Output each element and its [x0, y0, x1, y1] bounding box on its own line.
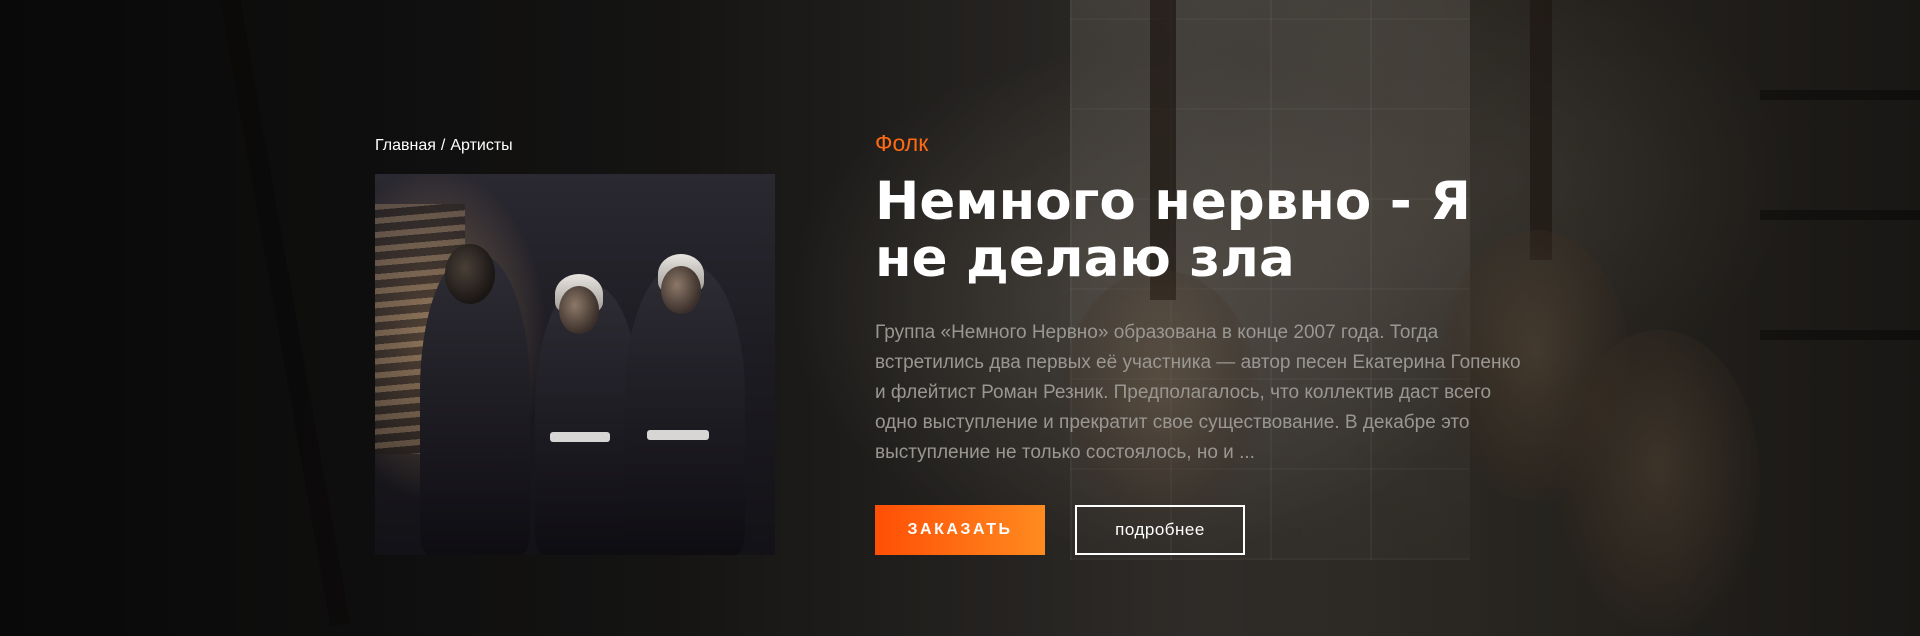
artist-description: Группа «Немного Нервно» образована в кон… — [875, 322, 1521, 463]
breadcrumb-home-link[interactable]: Главная — [375, 137, 436, 155]
more-button[interactable]: подробнее — [1075, 505, 1245, 555]
artist-genre[interactable]: Фолк — [875, 130, 928, 157]
cover-figure-head — [445, 244, 495, 304]
breadcrumb-separator: / — [440, 137, 446, 154]
cover-figure-head — [559, 286, 599, 334]
cover-figure-head — [661, 266, 701, 314]
cover-figure-belt — [647, 430, 709, 440]
breadcrumb-artists-link[interactable]: Артисты — [450, 137, 512, 155]
cover-figure-belt — [550, 432, 610, 442]
order-button[interactable]: ЗАКАЗАТЬ — [875, 505, 1045, 555]
artist-title: Немного нервно - Я не делаю зла — [875, 171, 1471, 289]
artist-cover-image — [375, 174, 775, 555]
breadcrumb: Главная / Артисты — [375, 137, 513, 155]
